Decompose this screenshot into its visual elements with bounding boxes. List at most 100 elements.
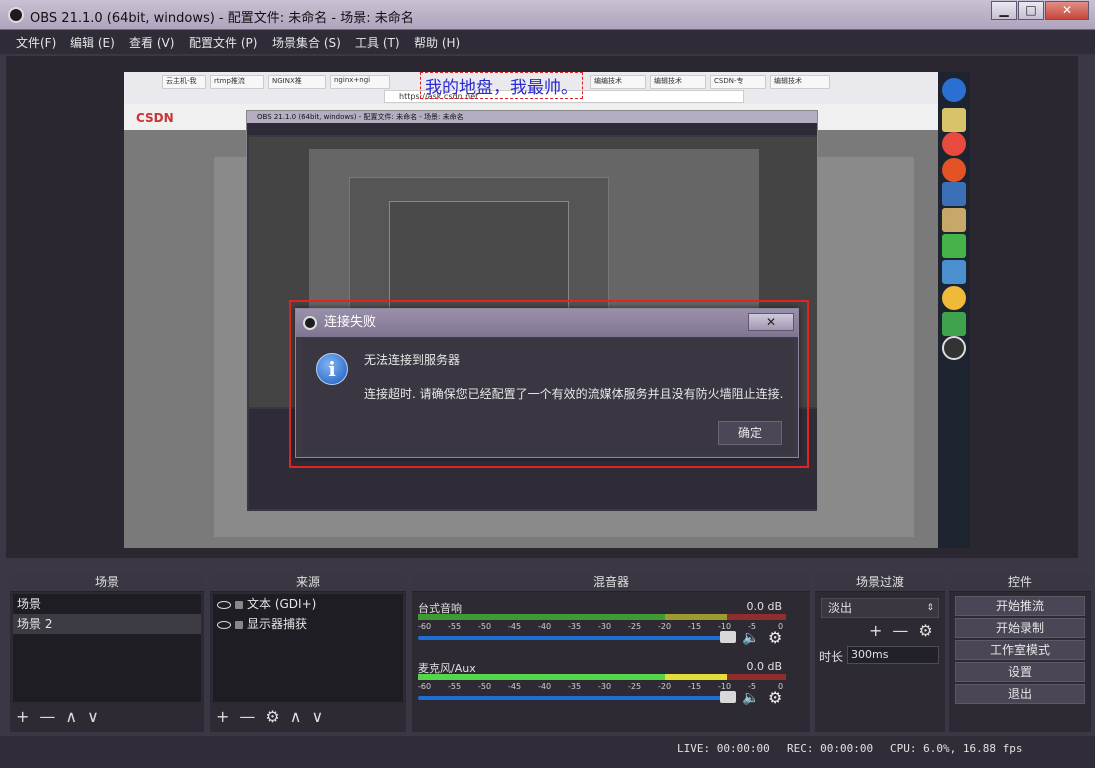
- weibo-icon[interactable]: [942, 158, 966, 182]
- browser-tab: CSDN-专: [710, 75, 766, 89]
- wechat-icon[interactable]: [942, 234, 966, 258]
- move-scene-down-button[interactable]: ∨: [87, 708, 99, 726]
- close-button[interactable]: ✕: [1045, 1, 1089, 20]
- settings-button[interactable]: 设置: [955, 662, 1085, 682]
- scene-item[interactable]: 场景: [13, 594, 201, 614]
- menu-profile[interactable]: 配置文件 (P): [189, 34, 257, 51]
- chrome-icon[interactable]: [942, 132, 966, 156]
- source-label: 显示器捕获: [247, 617, 308, 631]
- evernote-icon[interactable]: [942, 312, 966, 336]
- transition-properties-button[interactable]: ⚙: [918, 622, 932, 640]
- meter-tick-label: -50: [478, 622, 492, 631]
- start-streaming-button[interactable]: 开始推流: [955, 596, 1085, 616]
- menu-bar: 文件(F) 编辑 (E) 查看 (V) 配置文件 (P) 场景集合 (S) 工具…: [0, 30, 1095, 54]
- move-source-up-button[interactable]: ∧: [290, 708, 302, 726]
- add-source-button[interactable]: +: [216, 708, 229, 726]
- chevron-updown-icon: ⇕: [926, 603, 934, 613]
- source-properties-button[interactable]: ⚙: [265, 708, 279, 726]
- vs-icon[interactable]: [942, 182, 966, 206]
- mixer-channel-desktop: 台式音响 0.0 dB -60 -55 -50 -45 -40 -35 -30 -25 -20-…: [418, 600, 790, 654]
- meter-tick-label: -45: [508, 682, 522, 691]
- move-source-down-button[interactable]: ∨: [311, 708, 323, 726]
- controls-dock: 控件 开始推流 开始录制 工作室模式 设置 退出: [949, 572, 1091, 732]
- gear-icon[interactable]: ⚙: [768, 628, 782, 647]
- start-icon[interactable]: [942, 78, 966, 102]
- browser-tab: rtmp推流: [210, 75, 264, 89]
- app-icon[interactable]: [942, 208, 966, 232]
- move-scene-up-button[interactable]: ∧: [65, 708, 77, 726]
- gear-icon[interactable]: ⚙: [768, 688, 782, 707]
- minimize-button[interactable]: ▁: [991, 1, 1017, 20]
- channel-db: 0.0 dB: [746, 660, 782, 673]
- volume-meter: [418, 674, 786, 680]
- sources-toolbar: + — ⚙ ∧ ∨: [216, 708, 333, 726]
- ok-button[interactable]: 确定: [718, 421, 782, 445]
- transition-toolbar: + — ⚙: [869, 622, 943, 640]
- window-controls: ▁ □ ✕: [990, 1, 1089, 21]
- obs-logo-icon: [303, 316, 317, 330]
- obs-taskbar-icon[interactable]: [942, 336, 966, 360]
- channel-db: 0.0 dB: [746, 600, 782, 613]
- add-transition-button[interactable]: +: [869, 622, 882, 640]
- transitions-header: 场景过渡: [815, 572, 945, 592]
- eye-icon[interactable]: [217, 600, 231, 609]
- meter-tick-label: -55: [448, 682, 462, 691]
- scene-item[interactable]: 场景 2: [13, 614, 201, 634]
- scenes-header: 场景: [10, 572, 204, 592]
- dialog-body: i 无法连接到服务器 连接超时. 请确保您已经配置了一个有效的流媒体服务并且没有…: [302, 339, 794, 455]
- obs-logo-icon: [8, 7, 24, 23]
- dialog-message: 连接超时. 请确保您已经配置了一个有效的流媒体服务并且没有防火墙阻止连接.: [364, 387, 784, 401]
- scenes-list: 场景 场景 2: [13, 594, 201, 702]
- menu-file[interactable]: 文件(F): [16, 34, 56, 51]
- dialog-close-button[interactable]: ✕: [748, 313, 794, 331]
- browser-tab: 云主机-我: [162, 75, 206, 89]
- add-scene-button[interactable]: +: [16, 708, 29, 726]
- sources-dock: 来源 文本 (GDI+) 显示器捕获 + — ⚙ ∧ ∨: [210, 572, 406, 732]
- lock-icon[interactable]: [235, 620, 243, 629]
- remove-transition-button[interactable]: —: [892, 622, 908, 640]
- window-titlebar: OBS 21.1.0 (64bit, windows) - 配置文件: 未命名 …: [0, 0, 1095, 30]
- source-item[interactable]: 文本 (GDI+): [213, 594, 403, 614]
- eye-icon[interactable]: [217, 620, 231, 629]
- speaker-icon[interactable]: 🔈: [742, 690, 759, 706]
- volume-slider-handle[interactable]: [720, 631, 736, 643]
- duration-value: 300ms: [851, 648, 889, 661]
- menu-help[interactable]: 帮助 (H): [414, 34, 460, 51]
- source-item[interactable]: 显示器捕获: [213, 614, 403, 634]
- dialog-title: 连接失败: [324, 315, 377, 330]
- cpu-status: CPU: 6.0%, 16.88 fps: [890, 742, 1023, 755]
- menu-view[interactable]: 查看 (V): [129, 34, 174, 51]
- overlay-text-source: 我的地盘，我最帅。: [420, 72, 583, 99]
- meter-tick-label: -10: [718, 682, 732, 691]
- browser-icon[interactable]: [942, 286, 966, 310]
- maximize-button[interactable]: □: [1018, 1, 1044, 20]
- duration-input[interactable]: 300ms: [847, 646, 939, 664]
- folder-icon[interactable]: [942, 108, 966, 132]
- volume-slider[interactable]: [418, 696, 730, 700]
- app-icon[interactable]: [942, 260, 966, 284]
- menu-edit[interactable]: 编辑 (E): [70, 34, 115, 51]
- lock-icon[interactable]: [235, 600, 243, 609]
- menu-tools[interactable]: 工具 (T): [355, 34, 400, 51]
- studio-mode-button[interactable]: 工作室模式: [955, 640, 1085, 660]
- sources-list: 文本 (GDI+) 显示器捕获: [213, 594, 403, 702]
- mixer-dock: 混音器 台式音响 0.0 dB -60 -55 -50 -45 -40 -35 -30 -25…: [412, 572, 810, 732]
- start-recording-button[interactable]: 开始录制: [955, 618, 1085, 638]
- scenes-toolbar: + — ∧ ∨: [16, 708, 109, 726]
- meter-tick-label: -35: [568, 622, 582, 631]
- exit-button[interactable]: 退出: [955, 684, 1085, 704]
- browser-tab: 编辑技术: [770, 75, 830, 89]
- browser-tab: NGINX推: [268, 75, 326, 89]
- volume-meter: [418, 614, 786, 620]
- duration-label: 时长: [819, 650, 844, 664]
- volume-slider-handle[interactable]: [720, 691, 736, 703]
- speaker-icon[interactable]: 🔈: [742, 630, 759, 646]
- remove-scene-button[interactable]: —: [39, 708, 55, 726]
- volume-slider[interactable]: [418, 636, 730, 640]
- meter-tick-label: -10: [718, 622, 732, 631]
- transition-select[interactable]: 淡出 ⇕: [821, 598, 939, 618]
- meter-tick-label: -25: [628, 622, 642, 631]
- remove-source-button[interactable]: —: [239, 708, 255, 726]
- side-taskbar: [938, 72, 970, 548]
- menu-scene-collection[interactable]: 场景集合 (S): [272, 34, 341, 51]
